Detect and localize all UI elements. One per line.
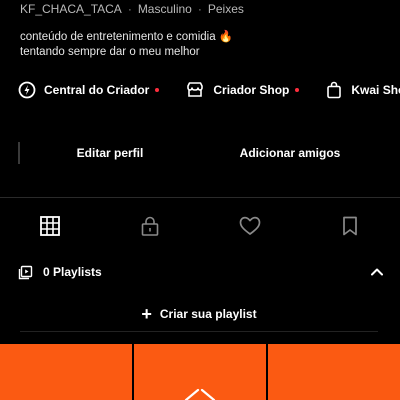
bio-line-2: tentando sempre dar o meu melhor <box>20 46 200 58</box>
kwai-shop-label: Kwai Sho <box>351 83 400 97</box>
notification-dot <box>155 88 160 92</box>
profile-meta-line: KF_CHACA_TACA · Masculino · Peixes <box>20 2 244 16</box>
kwai-shop-link[interactable]: Kwai Sho <box>325 81 400 99</box>
creator-center-link[interactable]: Central do Criador <box>18 81 160 99</box>
username: KF_CHACA_TACA <box>20 2 122 16</box>
bio-text-1: conteúdo de entretenimento e comidia <box>20 31 216 43</box>
creator-shop-label: Criador Shop <box>213 83 290 97</box>
zodiac-sign: Peixes <box>207 2 244 16</box>
tab-grid[interactable] <box>0 205 100 247</box>
creator-center-label: Central do Criador <box>44 83 150 97</box>
video-thumbnail[interactable] <box>132 344 266 400</box>
creator-links-row: Central do Criador Criador Shop Kwai Sho <box>18 78 400 102</box>
playlist-icon <box>18 265 33 279</box>
bio-line-1: conteúdo de entretenimento e comidia 🔥 <box>20 30 233 45</box>
gender: Masculino <box>137 2 192 16</box>
fire-emoji: 🔥 <box>218 31 234 43</box>
creator-center-icon <box>18 81 36 99</box>
profile-bio: conteúdo de entretenimento e comidia 🔥 t… <box>20 30 233 60</box>
profile-actions: Editar perfil Adicionar amigos <box>20 134 380 172</box>
lock-icon <box>141 216 159 236</box>
meta-separator: · <box>197 2 202 16</box>
playlists-count-label: 0 Playlists <box>43 265 102 279</box>
playlists-header[interactable]: 0 Playlists <box>18 262 384 282</box>
tab-private[interactable] <box>100 205 200 247</box>
notification-dot <box>295 88 300 92</box>
add-friends-button[interactable]: Adicionar amigos <box>200 134 380 172</box>
content-tabs <box>0 205 400 247</box>
video-thumbnail[interactable] <box>266 344 400 400</box>
plus-icon: + <box>141 304 152 324</box>
video-thumbnail[interactable] <box>0 344 132 400</box>
create-playlist-button[interactable]: + Criar sua playlist <box>20 297 378 332</box>
tab-saved[interactable] <box>300 205 400 247</box>
edit-profile-button[interactable]: Editar perfil <box>20 134 200 172</box>
create-playlist-label: Criar sua playlist <box>159 307 257 321</box>
video-thumbnail-graphic <box>184 388 216 400</box>
profile-screen: KF_CHACA_TACA · Masculino · Peixes conte… <box>0 0 400 400</box>
section-divider <box>0 197 400 198</box>
chevron-up-icon[interactable] <box>370 267 384 277</box>
creator-shop-link[interactable]: Criador Shop <box>185 81 300 99</box>
grid-icon <box>40 216 60 236</box>
heart-icon <box>239 216 261 235</box>
shopping-bag-icon <box>327 81 342 99</box>
shop-icon <box>187 82 204 97</box>
meta-separator: · <box>127 2 132 16</box>
tab-likes[interactable] <box>200 205 300 247</box>
bookmark-icon <box>343 216 357 236</box>
video-thumbnails-row <box>0 344 400 400</box>
